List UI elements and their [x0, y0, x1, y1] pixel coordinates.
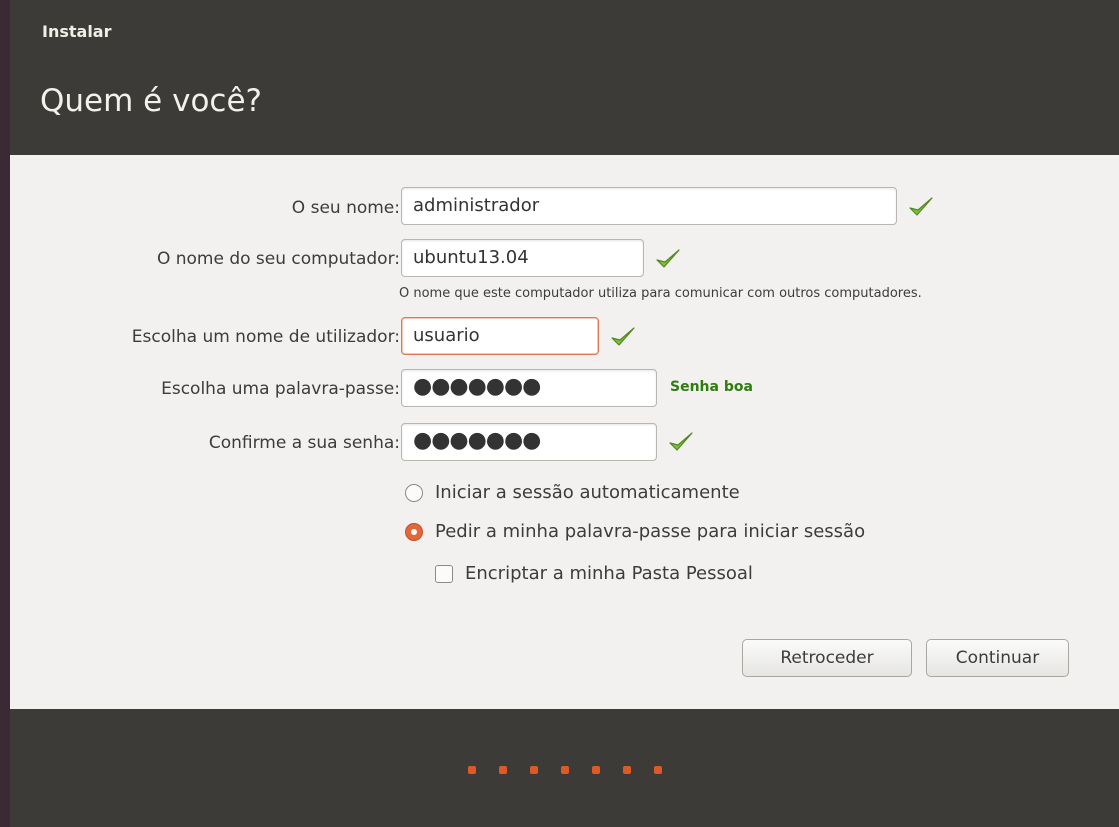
- name-valid-check-icon: [909, 197, 933, 216]
- computer-name-hint: O nome que este computador utiliza para …: [399, 286, 922, 301]
- username-input[interactable]: usuario: [401, 317, 599, 355]
- installer-window: Instalar Quem é você? O seu nome: admini…: [10, 0, 1119, 827]
- password-input[interactable]: ●●●●●●●: [401, 369, 657, 407]
- progress-dot: [561, 766, 569, 774]
- computer-name-valid-check-icon: [656, 249, 680, 268]
- encrypt-home-option[interactable]: Encriptar a minha Pasta Pessoal: [435, 563, 753, 584]
- progress-dot: [468, 766, 476, 774]
- encrypt-home-label: Encriptar a minha Pasta Pessoal: [465, 563, 753, 584]
- confirm-valid-check-icon: [669, 432, 693, 451]
- form-panel: O seu nome: administrador O nome do seu …: [10, 155, 1119, 709]
- computer-name-input[interactable]: ubuntu13.04: [401, 239, 644, 277]
- continue-button[interactable]: Continuar: [926, 639, 1069, 677]
- auto-login-label: Iniciar a sessão automaticamente: [435, 482, 740, 503]
- page-heading: Quem é você?: [40, 83, 262, 119]
- name-label: O seu nome:: [291, 198, 400, 218]
- username-label: Escolha um nome de utilizador:: [131, 327, 400, 347]
- footer-bar: [10, 709, 1119, 827]
- require-password-label: Pedir a minha palavra-passe para iniciar…: [435, 521, 866, 542]
- require-password-radio[interactable]: [405, 522, 423, 541]
- computer-name-label: O nome do seu computador:: [156, 249, 400, 269]
- back-button[interactable]: Retroceder: [742, 639, 912, 677]
- progress-indicator: [468, 766, 662, 774]
- auto-login-option[interactable]: Iniciar a sessão automaticamente: [405, 482, 740, 503]
- confirm-password-label: Confirme a sua senha:: [208, 433, 400, 453]
- username-valid-check-icon: [611, 327, 635, 346]
- title-bar: Instalar: [10, 0, 1119, 62]
- progress-dot: [530, 766, 538, 774]
- progress-dot: [499, 766, 507, 774]
- password-label: Escolha uma palavra-passe:: [161, 379, 400, 399]
- password-strength: Senha boa: [670, 379, 753, 395]
- encrypt-home-checkbox[interactable]: [435, 564, 453, 583]
- confirm-password-input[interactable]: ●●●●●●●: [401, 423, 657, 461]
- name-input[interactable]: administrador: [401, 187, 897, 225]
- auto-login-radio[interactable]: [405, 483, 423, 502]
- progress-dot: [592, 766, 600, 774]
- progress-dot: [623, 766, 631, 774]
- window-title: Instalar: [42, 22, 112, 41]
- require-password-option[interactable]: Pedir a minha palavra-passe para iniciar…: [405, 521, 865, 542]
- progress-dot: [654, 766, 662, 774]
